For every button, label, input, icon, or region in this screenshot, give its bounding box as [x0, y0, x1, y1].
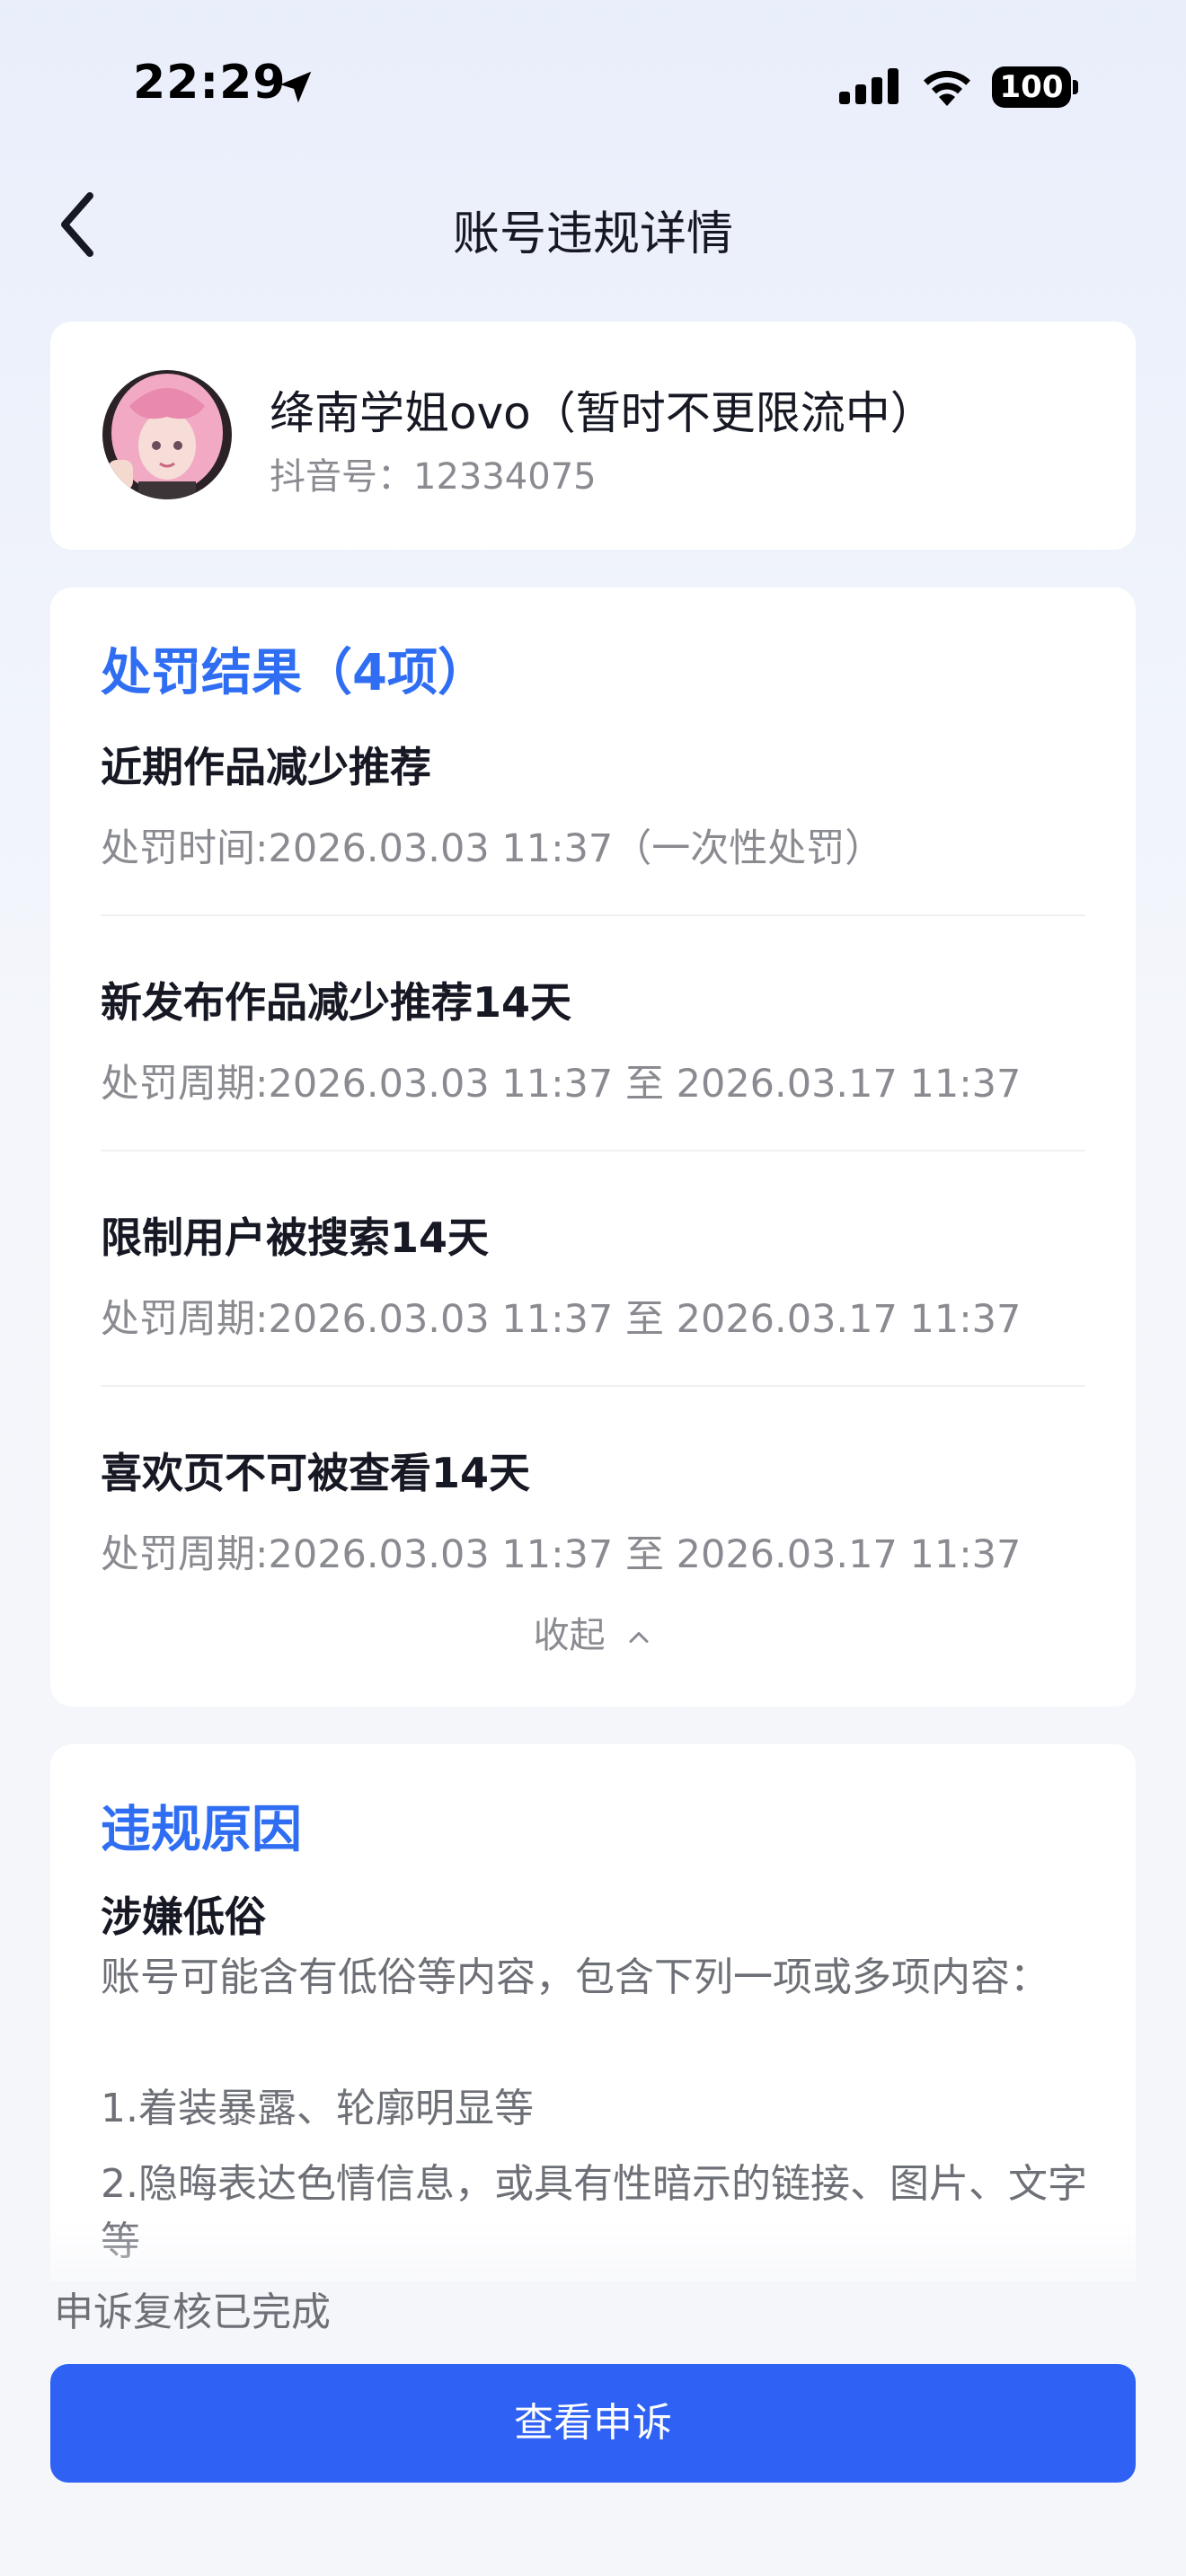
page-title: 账号违规详情: [452, 207, 733, 261]
penalty-name: 喜欢页不可被查看14天: [101, 1449, 531, 1497]
penalty-title: 处罚结果（4项）: [101, 644, 488, 702]
appeal-status: 申诉复核已完成: [54, 2289, 331, 2335]
penalty-card: 处罚结果（4项） 近期作品减少推荐 处罚时间:2026.03.03 11:37（…: [50, 587, 1136, 1707]
status-time: 22:29: [133, 56, 287, 110]
divider: [101, 1385, 1085, 1387]
nav-bar: 账号违规详情: [0, 171, 1186, 278]
collapse-toggle[interactable]: 收起: [50, 1606, 1136, 1658]
penalty-item: 新发布作品减少推荐14天 处罚周期:2026.03.03 11:37 至 202…: [101, 970, 1085, 1108]
chevron-up-icon: [629, 1632, 649, 1643]
status-bar: 22:29 100: [0, 0, 1186, 171]
collapse-label: 收起: [533, 1615, 606, 1656]
penalty-name: 近期作品减少推荐: [101, 743, 431, 791]
penalty-time: 处罚周期:2026.03.03 11:37 至 2026.03.17 11:37: [101, 1062, 1022, 1107]
battery-tip: [1073, 80, 1078, 94]
view-appeal-button[interactable]: 查看申诉: [50, 2364, 1136, 2483]
penalty-item: 近期作品减少推荐 处罚时间:2026.03.03 11:37（一次性处罚）: [101, 735, 1085, 873]
penalty-name: 新发布作品减少推荐14天: [101, 978, 572, 1027]
user-douyin-id: 抖音号：12334075: [270, 456, 597, 498]
wifi-icon: [924, 70, 970, 106]
reason-point: 1.着装暴露、轮廓明显等: [101, 2086, 534, 2131]
battery-level: 100: [992, 66, 1071, 108]
penalty-time: 处罚周期:2026.03.03 11:37 至 2026.03.17 11:37: [101, 1297, 1022, 1342]
penalty-item: 喜欢页不可被查看14天 处罚周期:2026.03.03 11:37 至 2026…: [101, 1441, 1085, 1579]
reason-description: 账号可能含有低俗等内容，包含下列一项或多项内容：: [101, 1954, 1049, 2000]
avatar[interactable]: [102, 370, 232, 499]
penalty-item: 限制用户被搜索14天 处罚周期:2026.03.03 11:37 至 2026.…: [101, 1205, 1085, 1344]
cellular-signal-icon: [839, 68, 898, 104]
reason-name: 涉嫌低俗: [101, 1892, 266, 1941]
penalty-time: 处罚周期:2026.03.03 11:37 至 2026.03.17 11:37: [101, 1532, 1022, 1577]
battery-icon: 100: [992, 66, 1078, 108]
divider: [101, 914, 1085, 916]
user-name: 绛南学姐ovo（暂时不更限流中）: [270, 387, 935, 439]
penalty-time: 处罚时间:2026.03.03 11:37（一次性处罚）: [101, 826, 884, 871]
avatar-image: [102, 370, 232, 499]
divider: [101, 1150, 1085, 1151]
penalty-name: 限制用户被搜索14天: [101, 1213, 490, 1262]
location-arrow-icon: [279, 71, 312, 103]
reason-title: 违规原因: [101, 1801, 302, 1859]
user-card: 绛南学姐ovo（暂时不更限流中） 抖音号：12334075: [50, 322, 1136, 550]
